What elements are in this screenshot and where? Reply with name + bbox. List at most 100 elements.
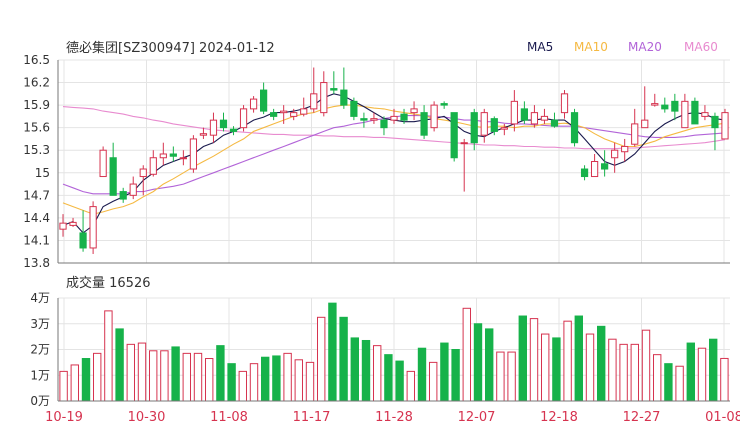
volume-bar — [93, 352, 102, 402]
candle-down — [350, 100, 358, 117]
candle-up — [540, 115, 549, 121]
candle-down — [219, 119, 228, 129]
volume-bar — [462, 307, 471, 402]
candle-up — [430, 104, 438, 129]
volume-bar — [272, 355, 281, 402]
candle-up — [149, 157, 157, 175]
candle-up — [460, 142, 468, 145]
candle-down — [119, 191, 127, 200]
volume-bar — [608, 338, 617, 402]
volume-bar — [305, 361, 315, 402]
candle-up — [310, 93, 318, 110]
chart-title: 德必集团[SZ300947] 2024-01-12 — [66, 40, 275, 56]
date-tick-label: 12-07 — [458, 410, 496, 425]
candle-up — [239, 108, 248, 129]
date-tick-label: 01-08 — [705, 410, 740, 425]
volume-bar — [541, 333, 550, 402]
volume-bar — [126, 343, 135, 402]
candle-down — [490, 118, 498, 132]
volume-bar — [552, 337, 561, 402]
price-tick-label: 15.9 — [23, 98, 50, 112]
volume-bar — [720, 357, 729, 402]
volume-bar — [529, 318, 539, 402]
candle-down — [520, 108, 528, 121]
volume-bar — [238, 370, 247, 402]
legend-ma60: MA60 — [684, 40, 718, 54]
volume-bar — [395, 360, 404, 402]
candle-down — [169, 153, 177, 157]
date-tick-label: 10-30 — [128, 410, 166, 425]
volume-bar — [283, 352, 292, 402]
date-tick-label: 11-28 — [375, 410, 413, 425]
volume-bar — [440, 342, 449, 402]
volume-bar — [574, 315, 583, 402]
volume-bar — [171, 346, 180, 402]
candle-up — [721, 112, 729, 140]
candle-down — [400, 113, 408, 121]
candle-down — [661, 104, 669, 110]
volume-bar — [675, 365, 684, 402]
candle-up — [390, 115, 398, 121]
volume-bar — [653, 354, 662, 402]
volume-bar — [339, 316, 348, 402]
candle-up — [89, 206, 97, 249]
candle-down — [450, 112, 458, 159]
volume-bar — [160, 350, 169, 402]
price-tick-label: 15.3 — [23, 143, 50, 157]
volume-bar — [686, 342, 695, 402]
volume-bar — [59, 370, 68, 402]
candle-down — [340, 89, 348, 106]
volume-bar — [496, 351, 505, 402]
candle-up — [641, 119, 649, 129]
volume-bar — [361, 339, 371, 402]
candle-up — [681, 100, 689, 129]
candle-up — [249, 98, 258, 110]
volume-bar — [70, 364, 79, 402]
candle-up — [611, 149, 619, 159]
candle-up — [631, 123, 639, 145]
candle-up — [300, 108, 308, 115]
volume-tick-label: 4万 — [30, 291, 50, 305]
candle-down — [330, 88, 338, 91]
price-tick-label: 16.2 — [23, 76, 50, 90]
volume-bar — [697, 347, 707, 402]
candle-down — [691, 100, 699, 125]
candle-up — [510, 100, 518, 125]
candle-up — [500, 127, 508, 130]
volume-bar — [249, 363, 259, 402]
candle-up — [651, 103, 659, 106]
candle-down — [580, 168, 589, 178]
volume-tick-label: 1万 — [30, 368, 50, 382]
price-tick-label: 15.6 — [23, 121, 50, 135]
volume-bar — [149, 350, 158, 402]
price-tick-label: 13.8 — [23, 256, 50, 270]
volume-bar — [384, 354, 393, 402]
candle-down — [550, 119, 559, 127]
legend-ma20: MA20 — [628, 40, 662, 54]
volume-bar — [137, 342, 147, 402]
volume-bar — [216, 345, 225, 402]
candle-up — [621, 145, 629, 153]
volume-bar — [485, 328, 494, 402]
volume-bar — [317, 316, 326, 402]
candle-up — [59, 222, 67, 230]
price-tick-label: 14.4 — [23, 211, 50, 225]
candle-up — [199, 133, 208, 136]
candle-down — [380, 119, 388, 129]
volume-tick-label: 2万 — [30, 343, 50, 357]
volume-bar — [473, 323, 483, 402]
volume-bar — [227, 363, 236, 402]
volume-bar — [328, 302, 337, 402]
candle-up — [370, 118, 378, 121]
volume-bar — [104, 310, 113, 402]
price-tick-label: 14.1 — [23, 233, 50, 247]
candle-up — [320, 82, 328, 114]
volume-bar — [597, 325, 606, 402]
stock-chart: 16.5 16.2 15.9 15.6 15.3 15 14.7 14.4 14.1 13.8 4万… — [0, 0, 740, 440]
candle-up — [410, 108, 418, 114]
candle-up — [701, 112, 709, 117]
date-tick-label: 12-27 — [623, 410, 661, 425]
date-tick-label: 10-19 — [45, 410, 83, 425]
candle-up — [99, 149, 107, 178]
candle-up — [189, 138, 198, 170]
